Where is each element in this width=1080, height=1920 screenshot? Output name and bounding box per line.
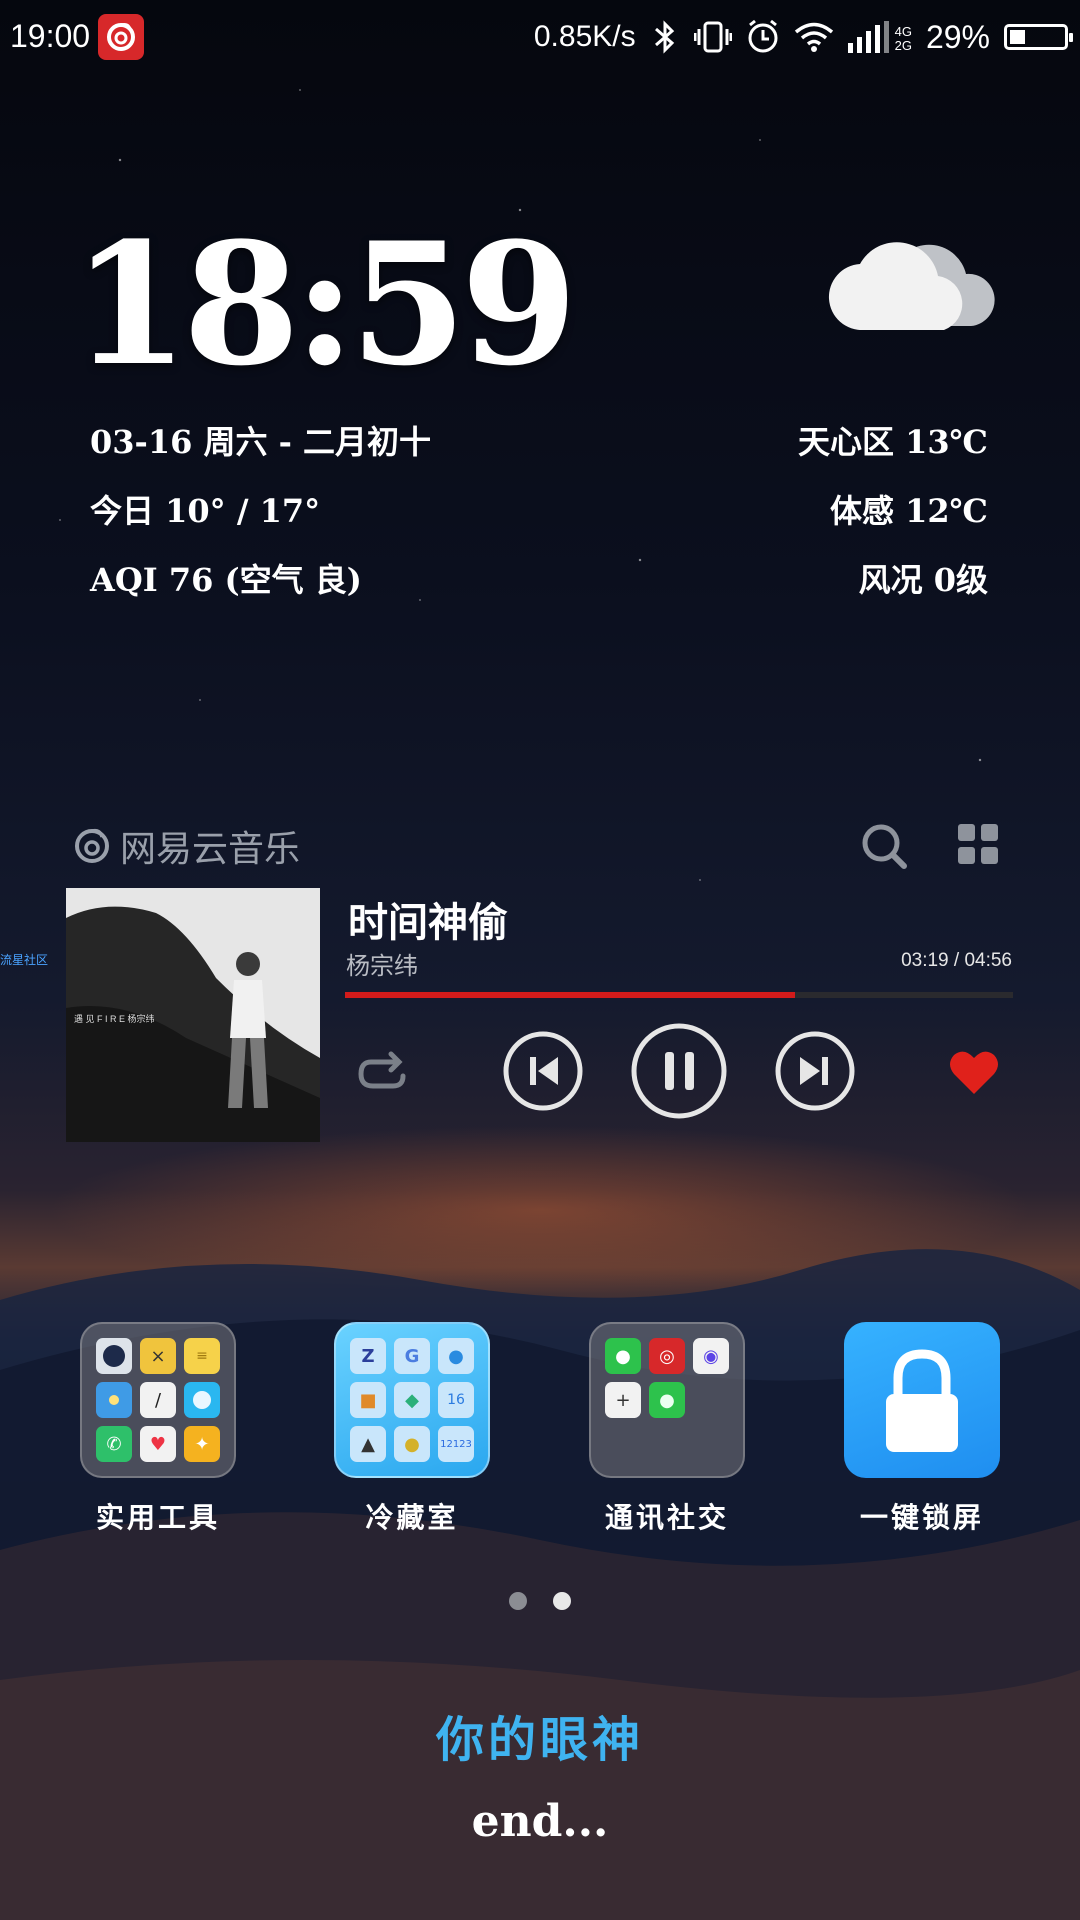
vibrate-icon bbox=[693, 21, 732, 53]
clock-icon: / bbox=[140, 1382, 176, 1418]
battery-icon bbox=[1004, 24, 1073, 50]
status-icons: 0.85K/s 4G 2G 29% bbox=[533, 14, 1073, 60]
leaf-app-icon: ● bbox=[394, 1426, 430, 1462]
previous-button[interactable] bbox=[502, 1030, 584, 1112]
music-brand-label: 网易云音乐 bbox=[120, 828, 301, 869]
battery-level-fill bbox=[1010, 30, 1026, 44]
album-text: 遇 见 F I R E 杨宗纬 bbox=[74, 1014, 155, 1024]
weather-info-right: 天心区 13℃ 体感 12℃ 风况 0级 bbox=[798, 408, 988, 615]
aqi-text: AQI 76 (空气 良) bbox=[90, 561, 362, 599]
gallery-icon bbox=[96, 1382, 132, 1418]
signal-type: 4G 2G bbox=[894, 24, 912, 53]
page-dot[interactable] bbox=[509, 1592, 527, 1610]
temp-range: 今日 10° / 17° bbox=[90, 492, 321, 530]
pause-icon bbox=[631, 1023, 727, 1119]
search-icon[interactable] bbox=[860, 822, 908, 870]
progress-bar[interactable] bbox=[345, 992, 1013, 998]
folder-cold-storage-tile[interactable]: Z G ● ■ ◆ 16 ▲ ● 12123 bbox=[334, 1322, 490, 1478]
empty-slot bbox=[605, 1426, 641, 1462]
progress-fill bbox=[345, 992, 796, 998]
empty-slot bbox=[649, 1426, 685, 1462]
next-button[interactable] bbox=[774, 1030, 856, 1112]
side-label[interactable]: 流星社区 bbox=[0, 951, 48, 968]
folder-utilities[interactable]: × ≡ / ✆ ♥ ✦ 实用工具 bbox=[80, 1322, 236, 1536]
date-text: 03-16 周六 - 二月初十 bbox=[90, 423, 432, 461]
page-dot-active[interactable] bbox=[553, 1592, 571, 1610]
security-icon: ◆ bbox=[394, 1382, 430, 1418]
map-pin-icon: ● bbox=[438, 1338, 474, 1374]
repeat-icon[interactable] bbox=[352, 1044, 412, 1100]
folder-social[interactable]: ● ◎ ◉ + ● 通讯社交 bbox=[589, 1322, 745, 1536]
signal-icon: 4G 2G bbox=[847, 21, 912, 53]
box-app-icon: ■ bbox=[350, 1382, 386, 1418]
netease-music-icon bbox=[98, 14, 144, 60]
next-icon bbox=[775, 1031, 855, 1111]
end-text: end... bbox=[471, 1796, 609, 1847]
health-icon: ♥ bbox=[140, 1426, 176, 1462]
calendar-icon: 16 bbox=[438, 1382, 474, 1418]
album-cover[interactable]: 遇 见 F I R E 杨宗纬 bbox=[66, 888, 320, 1142]
empty-slot bbox=[693, 1426, 729, 1462]
pause-button[interactable] bbox=[630, 1022, 728, 1120]
folder-social-tile[interactable]: ● ◎ ◉ + ● bbox=[589, 1322, 745, 1478]
app-label: 冷藏室 bbox=[365, 1501, 459, 1534]
netease-music-app-icon: ◎ bbox=[649, 1338, 685, 1374]
artist-name: 杨宗纬 bbox=[346, 952, 418, 980]
lock-app-tile[interactable] bbox=[844, 1322, 1000, 1478]
app-label: 一键锁屏 bbox=[859, 1501, 984, 1534]
empty-slot bbox=[693, 1382, 729, 1418]
chat-app-icon: ◉ bbox=[693, 1338, 729, 1374]
playback-time: 03:19 / 04:56 bbox=[901, 950, 1012, 971]
game-icon: ✦ bbox=[184, 1426, 220, 1462]
page-indicator[interactable] bbox=[0, 1592, 1080, 1610]
grid-menu-icon[interactable] bbox=[956, 822, 1000, 866]
translate-icon: G bbox=[394, 1338, 430, 1374]
location-temp: 天心区 13℃ bbox=[797, 423, 988, 461]
wifi-icon bbox=[794, 22, 833, 52]
music-brand: 网易云音乐 bbox=[72, 820, 300, 872]
app-label: 实用工具 bbox=[95, 1501, 220, 1534]
lyric-text: 你的眼神 bbox=[435, 1712, 644, 1768]
app-label: 通讯社交 bbox=[604, 1501, 729, 1534]
camera-icon bbox=[96, 1338, 132, 1374]
traffic-app-icon: 12123 bbox=[438, 1426, 474, 1462]
wind-text: 风况 0级 bbox=[858, 561, 988, 599]
clock-time[interactable]: 18:59 bbox=[72, 220, 578, 388]
status-time: 19:00 bbox=[10, 18, 91, 54]
bluetooth-icon bbox=[654, 20, 674, 54]
weather-app-icon bbox=[184, 1382, 220, 1418]
battery-percent: 29% bbox=[925, 18, 990, 55]
calculator-icon: × bbox=[140, 1338, 176, 1374]
app-one-key-lock[interactable]: 一键锁屏 bbox=[844, 1322, 1000, 1536]
previous-icon bbox=[503, 1031, 583, 1111]
shield-app-icon: Z bbox=[350, 1338, 386, 1374]
notes-icon: ≡ bbox=[184, 1338, 220, 1374]
net-speed: 0.85K/s bbox=[533, 20, 636, 53]
add-icon: + bbox=[605, 1382, 641, 1418]
alarm-icon bbox=[748, 19, 778, 53]
song-title[interactable]: 时间神偷 bbox=[348, 890, 508, 948]
moments-icon: ● bbox=[649, 1382, 685, 1418]
wechat-icon: ● bbox=[605, 1338, 641, 1374]
folder-utilities-tile[interactable]: × ≡ / ✆ ♥ ✦ bbox=[80, 1322, 236, 1478]
feels-like: 体感 12℃ bbox=[829, 492, 988, 530]
status-bar: 19:00 0.85K/s 4G 2G 29% bbox=[0, 0, 1080, 76]
triangle-app-icon: ▲ bbox=[350, 1426, 386, 1462]
phone-icon: ✆ bbox=[96, 1426, 132, 1462]
like-heart-icon[interactable] bbox=[948, 1048, 1000, 1096]
weather-info-left: 03-16 周六 - 二月初十 今日 10° / 17° AQI 76 (空气 … bbox=[90, 408, 431, 615]
cloud-icon[interactable] bbox=[826, 218, 996, 342]
folder-cold-storage[interactable]: Z G ● ■ ◆ 16 ▲ ● 12123 冷藏室 bbox=[334, 1322, 490, 1536]
netease-music-logo-icon bbox=[75, 828, 109, 863]
lock-icon bbox=[886, 1349, 958, 1452]
